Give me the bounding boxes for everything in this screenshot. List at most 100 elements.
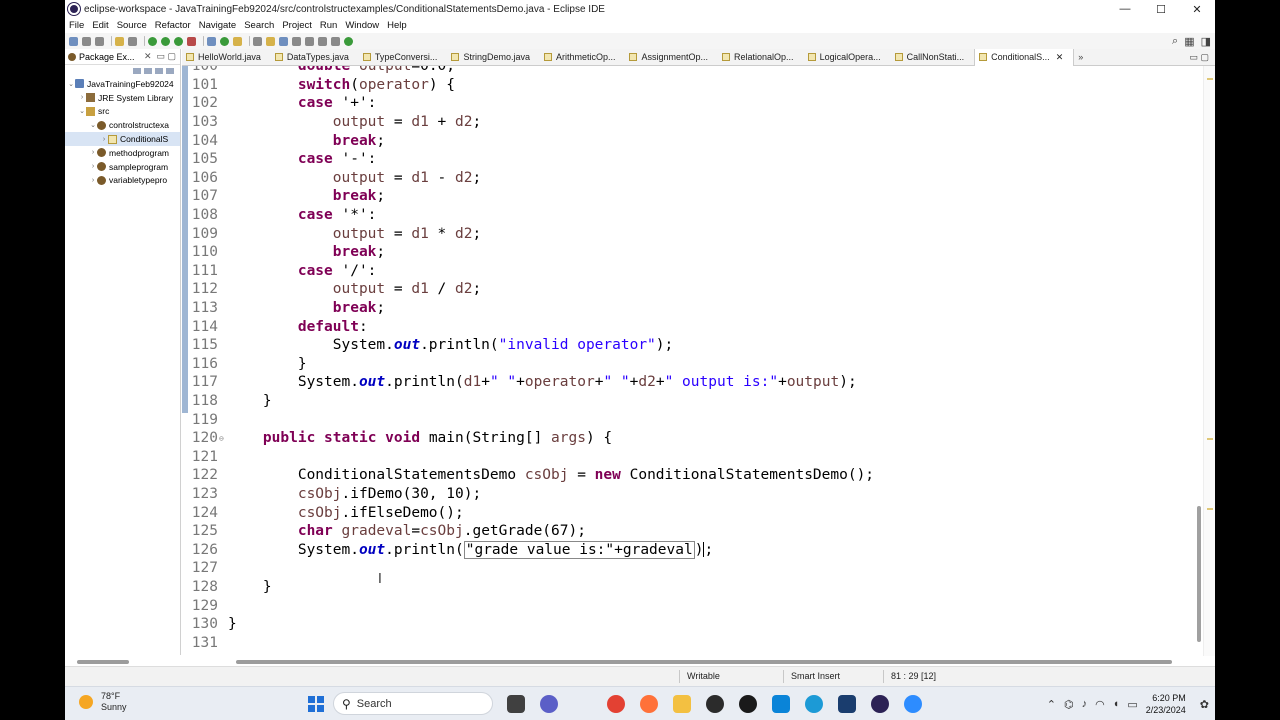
code-line[interactable]: 113 break; <box>182 299 1192 318</box>
zoom-icon[interactable] <box>904 695 922 713</box>
collapsed-arrow-icon[interactable]: › <box>78 94 86 101</box>
code-line[interactable]: 112 output = d1 / d2; <box>182 280 1192 299</box>
collapse-all-icon[interactable] <box>133 68 141 74</box>
code-line[interactable]: 128 } <box>182 578 1192 597</box>
code-line[interactable]: 103 output = d1 + d2; <box>182 113 1192 132</box>
view-controls[interactable]: ✕ ▭ ▢ <box>144 51 180 62</box>
open-type-icon[interactable] <box>253 36 262 46</box>
task-view-icon[interactable] <box>507 695 525 713</box>
expanded-arrow-icon[interactable]: ⌄ <box>78 107 86 115</box>
code-line[interactable]: 129 <box>182 596 1192 615</box>
editor-tab[interactable]: StringDemo.java <box>447 49 540 66</box>
code-line[interactable]: 109 output = d1 * d2; <box>182 224 1192 243</box>
forward-icon[interactable] <box>331 36 340 46</box>
menu-help[interactable]: Help <box>387 20 407 31</box>
edge-icon[interactable] <box>805 695 823 713</box>
annotation-prev-icon[interactable] <box>292 36 301 46</box>
editor-tab[interactable]: ArithmeticOp... <box>540 49 626 66</box>
code-line[interactable]: 125 char gradeval=csObj.getGrade(67); <box>182 522 1192 541</box>
code-line[interactable]: 105 case '-': <box>182 150 1192 169</box>
code-line[interactable]: 104 break; <box>182 131 1192 150</box>
code-line[interactable]: 123 csObj.ifDemo(30, 10); <box>182 485 1192 504</box>
editor-tab[interactable]: DataTypes.java <box>271 49 359 66</box>
tree-item[interactable]: › variabletypepro <box>65 174 180 188</box>
chrome-icon[interactable] <box>607 695 625 713</box>
code-line[interactable]: 124 csObj.ifElseDemo(); <box>182 503 1192 522</box>
external-tools-icon[interactable] <box>187 36 196 46</box>
code-line[interactable]: 118 } <box>182 392 1192 411</box>
battery-icon[interactable]: ▭ <box>1127 698 1137 711</box>
code-line[interactable]: 108 case '*': <box>182 206 1192 225</box>
package-explorer-tab[interactable]: Package Ex... ✕ ▭ ▢ <box>65 49 180 65</box>
code-line[interactable]: 120 ⊖ public static void main(String[] ar… <box>182 429 1192 448</box>
chat-icon[interactable] <box>540 695 558 713</box>
editor-minmax-icon[interactable]: ▭ ▢ <box>1189 52 1209 63</box>
menu-project[interactable]: Project <box>282 20 312 31</box>
code-line[interactable]: 100 double output=0.0; <box>182 66 1192 76</box>
view-menu-icon[interactable] <box>166 68 174 74</box>
code-line[interactable]: 107 break; <box>182 187 1192 206</box>
collapsed-arrow-icon[interactable]: › <box>89 177 97 184</box>
editor-tab[interactable]: CallNonStati... <box>891 49 975 66</box>
collapsed-arrow-icon[interactable]: › <box>100 136 108 143</box>
file-explorer-icon[interactable] <box>673 695 691 713</box>
tree-item[interactable]: ⌄ JavaTrainingFeb92024 <box>65 77 180 91</box>
editor-tab[interactable]: AssignmentOp... <box>625 49 718 66</box>
expanded-arrow-icon[interactable]: ⌄ <box>89 121 97 129</box>
firefox-icon[interactable] <box>640 695 658 713</box>
code-line[interactable]: 117 System.out.println(d1+" "+operator+"… <box>182 373 1192 392</box>
perspective-icon[interactable]: ▦ <box>1184 35 1194 48</box>
code-line[interactable]: 122 ConditionalStatementsDemo csObj = ne… <box>182 466 1192 485</box>
copilot-icon[interactable]: ✿ <box>1200 698 1209 711</box>
run-icon[interactable] <box>161 36 170 46</box>
save-all-icon[interactable] <box>95 36 104 46</box>
windows-start-icon[interactable] <box>308 696 324 712</box>
show-hidden-icons[interactable]: ⌃ <box>1047 698 1056 711</box>
java-perspective-icon[interactable]: ◨ <box>1201 35 1211 48</box>
save-icon[interactable] <box>82 36 91 46</box>
menu-file[interactable]: File <box>69 20 84 31</box>
tree-item[interactable]: ⌄ controlstructexa <box>65 118 180 132</box>
coverage-icon[interactable] <box>174 36 183 46</box>
close-button[interactable]: ✕ <box>1179 0 1215 18</box>
code-line[interactable]: 106 output = d1 - d2; <box>182 169 1192 188</box>
code-line[interactable]: 119 <box>182 410 1192 429</box>
pin-editor-icon[interactable] <box>344 36 353 46</box>
filter-icon[interactable] <box>155 68 163 74</box>
scroll-thumb[interactable] <box>1197 506 1201 642</box>
new-class-icon[interactable] <box>233 36 242 46</box>
close-tab-icon[interactable]: ✕ <box>1056 52 1064 63</box>
code-line[interactable]: 127 <box>182 559 1192 578</box>
code-line[interactable]: 102 case '+': <box>182 94 1192 113</box>
menu-source[interactable]: Source <box>117 20 147 31</box>
new-icon[interactable] <box>69 36 78 46</box>
tree-item[interactable]: › methodprogram <box>65 146 180 160</box>
editor-tab[interactable]: TypeConversi... <box>359 49 448 66</box>
editor-tab[interactable]: RelationalOp... <box>718 49 804 66</box>
code-line[interactable]: 110 break; <box>182 243 1192 262</box>
link-editor-icon[interactable] <box>144 68 152 74</box>
menu-refactor[interactable]: Refactor <box>155 20 191 31</box>
store-icon[interactable] <box>772 695 790 713</box>
media-icon[interactable] <box>706 695 724 713</box>
code-line[interactable]: 126 System.out.println("grade value is:"… <box>182 540 1192 559</box>
menu-navigate[interactable]: Navigate <box>199 20 237 31</box>
menu-run[interactable]: Run <box>320 20 337 31</box>
code-line[interactable]: 111 case '/': <box>182 262 1192 281</box>
minimize-button[interactable]: — <box>1107 0 1143 18</box>
debug-icon[interactable] <box>148 36 157 46</box>
tree-item[interactable]: ⌄ src <box>65 105 180 119</box>
menu-search[interactable]: Search <box>244 20 274 31</box>
code-line[interactable]: 131 <box>182 633 1192 652</box>
tabs-overflow-icon[interactable]: » <box>1078 52 1083 62</box>
menu-edit[interactable]: Edit <box>92 20 108 31</box>
network-icon[interactable]: ⌬ <box>1064 698 1074 711</box>
annotation-next-icon[interactable] <box>279 36 288 46</box>
collapsed-arrow-icon[interactable]: › <box>89 163 97 170</box>
collapsed-arrow-icon[interactable]: › <box>89 149 97 156</box>
maximize-button[interactable]: ☐ <box>1143 0 1179 18</box>
editor-vertical-scrollbar[interactable] <box>1197 66 1202 656</box>
code-line[interactable]: 101 switch(operator) { <box>182 76 1192 95</box>
editor-tab[interactable]: LogicalOpera... <box>804 49 891 66</box>
volume-icon[interactable]: ◖ <box>1113 698 1120 710</box>
